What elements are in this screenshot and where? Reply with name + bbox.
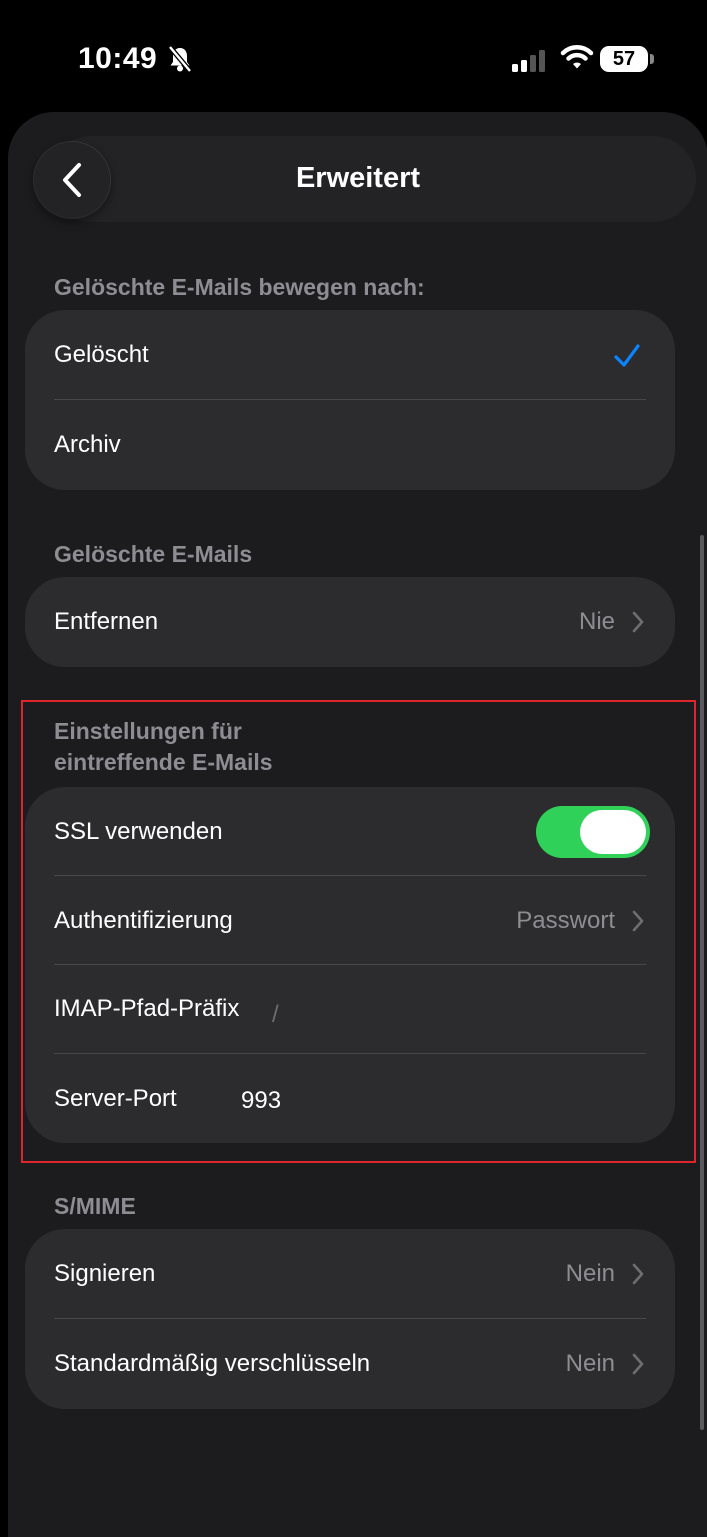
status-time: 10:49 (78, 42, 158, 75)
move-deleted-group: Gelöscht Archiv (25, 310, 675, 490)
remove-row[interactable]: Entfernen Nie (25, 577, 675, 667)
sign-label: Signieren (54, 1260, 156, 1287)
option-geloescht[interactable]: Gelöscht (25, 310, 675, 400)
highlight-box (21, 700, 696, 1163)
chevron-right-icon (631, 1352, 645, 1381)
battery-tip (650, 54, 654, 64)
wifi-icon (560, 44, 594, 75)
checkmark-icon (613, 342, 641, 375)
encrypt-label: Standardmäßig verschlüsseln (54, 1350, 371, 1377)
option-label: Archiv (54, 431, 121, 458)
section-header-move-deleted: Gelöschte E-Mails bewegen nach: (54, 274, 425, 300)
cellular-signal-icon (512, 50, 548, 77)
sign-value: Nein (565, 1260, 615, 1287)
bell-slash-icon (168, 45, 192, 78)
deleted-mails-group: Entfernen Nie (25, 577, 675, 667)
status-bar: 10:49 57 (0, 0, 707, 110)
section-header-smime: S/MIME (54, 1193, 136, 1219)
section-header-deleted-mails: Gelöschte E-Mails (54, 541, 253, 567)
chevron-right-icon (631, 1262, 645, 1291)
option-label: Gelöscht (54, 341, 149, 368)
sign-row[interactable]: Signieren Nein (25, 1229, 675, 1319)
encrypt-default-row[interactable]: Standardmäßig verschlüsseln Nein (25, 1319, 675, 1409)
page-title: Erweitert (295, 162, 421, 194)
remove-label: Entfernen (54, 608, 159, 635)
chevron-right-icon (631, 610, 645, 639)
encrypt-value: Nein (565, 1350, 615, 1377)
scrollbar[interactable] (700, 535, 704, 1430)
battery-icon: 57 (600, 46, 648, 72)
navigation-bar: Erweitert (8, 112, 707, 252)
remove-value: Nie (578, 608, 615, 635)
option-archiv[interactable]: Archiv (25, 400, 675, 490)
smime-group: Signieren Nein Standardmäßig verschlüsse… (25, 1229, 675, 1409)
